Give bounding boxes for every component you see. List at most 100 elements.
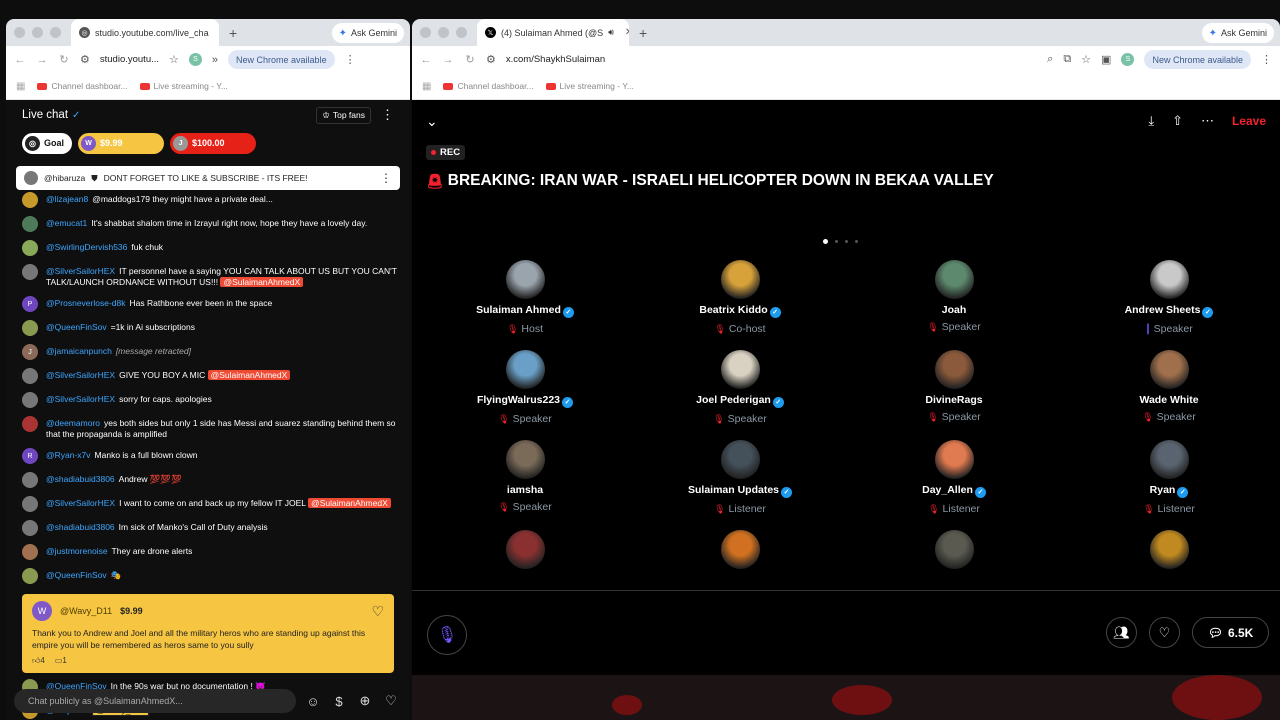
chat-username[interactable]: @lizajean8 [46, 194, 88, 204]
chat-username[interactable]: @shadiabuid3806 [46, 474, 115, 484]
site-settings-icon[interactable]: ⚙ [80, 53, 90, 66]
comments-button[interactable]: 💬︎ 6.5K [1192, 617, 1269, 648]
participant[interactable]: Sulaiman Ahmed ✓ 🎙︎ Host [435, 260, 615, 335]
chat-message[interactable]: @QueenFinSov =1k in Ai subscriptions [22, 320, 398, 336]
chevron-more-icon[interactable]: » [212, 54, 218, 66]
tab-x-space[interactable]: 𝕏 (4) Sulaiman Ahmed (@S 🔊︎ ✕ [477, 19, 629, 46]
reply-button[interactable]: ▭1 [55, 656, 67, 666]
plus-icon[interactable]: ⊕ [356, 693, 374, 709]
chat-menu-icon[interactable]: ⋮ [381, 107, 394, 123]
mic-button[interactable]: 🎙︎ [427, 615, 467, 655]
chat-message[interactable]: @shadiabuid3806 Andrew 💯💯💯 [22, 472, 398, 488]
more-icon[interactable]: ⋮ [380, 171, 392, 185]
apps-icon[interactable]: ▦ [16, 81, 25, 92]
leave-button[interactable]: Leave [1232, 114, 1266, 128]
chat-username[interactable]: @deemamoro [46, 418, 100, 428]
collapse-chevron-icon[interactable]: ⌄ [426, 113, 438, 130]
superchat-icon[interactable]: $ [330, 694, 348, 709]
forward-icon[interactable]: → [36, 54, 48, 66]
chat-username[interactable]: @SilverSailorHEX [46, 370, 115, 380]
participant[interactable] [864, 530, 1044, 574]
menu-icon[interactable]: ⋮ [1261, 53, 1272, 66]
pinned-message[interactable]: @hibaruza ⛊ DONT FORGET TO LIKE & SUBSCR… [16, 166, 400, 190]
chat-username[interactable]: @justmorenoise [46, 546, 108, 556]
like-button[interactable]: 👍︎4 [32, 656, 45, 666]
ask-gemini-button[interactable]: ✦ Ask Gemini [1201, 23, 1274, 43]
new-tab-button[interactable]: + [639, 25, 647, 41]
url-field[interactable]: studio.youtu... [100, 54, 159, 65]
bookmark-channel-dashboard[interactable]: Channel dashboar... [443, 81, 534, 91]
chrome-update-button[interactable]: New Chrome available [228, 50, 335, 69]
superchat-card[interactable]: W @Wavy_D11 $9.99 ♡ Thank you to Andrew … [22, 594, 394, 673]
chat-message[interactable]: @SilverSailorHEX GIVE YOU BOY A MIC @Sula… [22, 368, 398, 384]
url-field[interactable]: x.com/ShaykhSulaiman [506, 54, 1037, 65]
chat-message[interactable]: @shadiabuid3806 Im sick of Manko's Call o… [22, 520, 398, 536]
apps-icon[interactable]: ▦ [422, 81, 431, 92]
participant[interactable]: Wade White 🎙︎ Speaker [1079, 350, 1259, 423]
ticker-item[interactable]: J $100.00 [170, 132, 257, 154]
reaction-button[interactable]: ♡ [1149, 617, 1180, 648]
chat-username[interactable]: @QueenFinSov [46, 570, 107, 580]
participant[interactable]: DivineRags 🎙︎ Speaker [864, 350, 1044, 423]
heart-icon[interactable]: ♡ [382, 693, 400, 709]
chat-message[interactable]: @lizajean8 @maddogs179 they might have a … [22, 192, 398, 208]
ask-gemini-button[interactable]: ✦ Ask Gemini [331, 23, 404, 43]
participant[interactable]: Beatrix Kiddo ✓ 🎙︎ Co-host [650, 260, 830, 335]
participant[interactable]: iamsha 🎙︎ Speaker [435, 440, 615, 513]
speaker-icon[interactable]: 🔊︎ [608, 27, 614, 38]
profile-avatar[interactable]: S [188, 53, 202, 66]
new-tab-button[interactable]: + [229, 25, 237, 41]
heart-icon[interactable]: ♡ [371, 603, 384, 620]
bookmark-live-streaming[interactable]: Live streaming - Y... [545, 81, 634, 91]
goal-chip[interactable]: ◎ Goal [22, 132, 73, 154]
people-button[interactable]: 👥︎ [1106, 617, 1137, 648]
participant[interactable] [1079, 530, 1259, 574]
participant[interactable]: Andrew Sheets ✓ ┃ Speaker [1079, 260, 1259, 335]
bookmark-live-streaming[interactable]: Live streaming - Y... [139, 81, 228, 91]
ticker-item[interactable]: W $9.99 [78, 132, 165, 154]
bookmark-channel-dashboard[interactable]: Channel dashboar... [37, 81, 128, 91]
chat-message[interactable]: @SilverSailorHEX I want to come on and ba… [22, 496, 398, 512]
profile-avatar[interactable]: S [1121, 53, 1135, 66]
bookmark-star-icon[interactable]: ☆ [1081, 53, 1091, 66]
menu-icon[interactable]: ⋮ [345, 53, 356, 66]
top-fans-filter[interactable]: ♔ Top fans [316, 106, 371, 124]
chat-username[interactable]: @QueenFinSov [46, 322, 107, 332]
minimize-icon[interactable]: ⤓ [1148, 113, 1154, 129]
cast-icon[interactable]: ⧉ [1063, 53, 1071, 66]
participant[interactable] [650, 530, 830, 574]
chat-username[interactable]: @SilverSailorHEX [46, 266, 115, 276]
close-tab-icon[interactable]: ✕ [625, 27, 629, 38]
chat-message[interactable]: @justmorenoise They are drone alerts [22, 544, 398, 560]
chat-message[interactable]: @SilverSailorHEX sorry for caps. apologie… [22, 392, 398, 408]
chat-username[interactable]: @Ryan-x7v [46, 450, 91, 460]
tab-youtube-studio[interactable]: ◎ studio.youtube.com/live_cha ✕ [71, 19, 219, 46]
back-icon[interactable]: ← [14, 54, 26, 66]
participant[interactable]: Joel Pederigan ✓ 🎙︎ Speaker [650, 350, 830, 425]
site-settings-icon[interactable]: ⚙ [486, 53, 496, 66]
chat-message[interactable]: @SilverSailorHEX IT personnel have a sayi… [22, 264, 398, 288]
chrome-update-button[interactable]: New Chrome available [1144, 50, 1251, 69]
chat-message[interactable]: J @jamaicanpunch [message retracted] [22, 344, 398, 360]
share-icon[interactable]: ⇧ [1172, 113, 1183, 129]
more-icon[interactable]: ⋯ [1201, 113, 1214, 129]
chat-message[interactable]: @QueenFinSov 🎭 [22, 568, 398, 584]
participant[interactable]: Joah 🎙︎ Speaker [864, 260, 1044, 333]
reload-icon[interactable]: ↻ [58, 53, 70, 66]
participant[interactable]: Day_Allen ✓ 🎙︎ Listener [864, 440, 1044, 515]
window-controls[interactable] [420, 27, 467, 38]
mention-chip[interactable]: @SulaimanAhmedX [308, 498, 391, 508]
participant[interactable]: Sulaiman Updates ✓ 🎙︎ Listener [650, 440, 830, 515]
chat-input[interactable]: Chat publicly as @SulaimanAhmedX... [14, 689, 296, 713]
chat-message[interactable]: @SwirlingDervish536 fuk chuk [22, 240, 398, 256]
zoom-icon[interactable]: ⌕ [1047, 53, 1053, 66]
participant[interactable]: Ryan ✓ 🎙︎ Listener [1079, 440, 1259, 515]
chat-username[interactable]: @shadiabuid3806 [46, 522, 115, 532]
chat-message[interactable]: R @Ryan-x7v Manko is a full blown clown [22, 448, 398, 464]
chat-message[interactable]: @deemamoro yes both sides but only 1 side… [22, 416, 398, 440]
chat-username[interactable]: @SwirlingDervish536 [46, 242, 127, 252]
mention-chip[interactable]: @SulaimanAhmedX [207, 370, 291, 380]
chat-username[interactable]: @emucat1 [46, 218, 87, 228]
back-icon[interactable]: ← [420, 54, 432, 66]
window-controls[interactable] [14, 27, 61, 38]
